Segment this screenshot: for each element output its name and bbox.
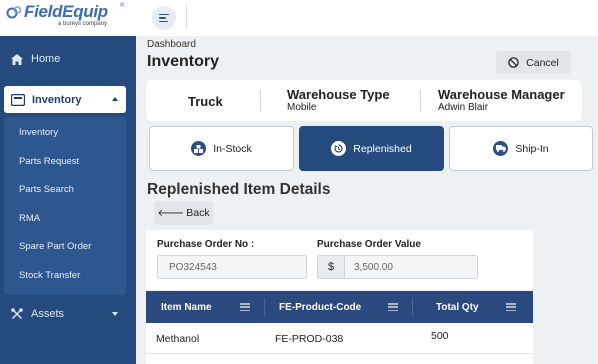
hamburger-icon-line — [159, 20, 168, 23]
po-number-field[interactable]: PO324543 — [157, 255, 307, 279]
warehouse-manager-label: Warehouse Manager — [438, 87, 565, 102]
column-separator[interactable] — [264, 298, 265, 316]
tab-in-stock[interactable]: In-Stock — [149, 126, 294, 171]
column-menu-icon[interactable] — [388, 303, 398, 311]
box-icon — [11, 93, 25, 106]
cancel-label: Cancel — [526, 56, 559, 69]
warehouse-manager-value: Adwin Blair — [438, 102, 489, 113]
submenu-item-parts-search[interactable]: Parts Search — [19, 184, 74, 195]
items-table: Item Name FE-Product-Code Total Qty Meth… — [146, 291, 533, 364]
purchase-order-form: Purchase Order No : PO324543 Purchase Or… — [146, 230, 533, 290]
top-bar — [136, 0, 598, 36]
logo-gear-icon — [6, 6, 22, 19]
breadcrumb[interactable]: Dashboard — [147, 39, 196, 50]
hamburger-icon-line — [159, 17, 166, 19]
warehouse-type-label: Warehouse Type — [287, 87, 390, 102]
row-divider — [146, 353, 533, 354]
warehouse-name: Truck — [188, 94, 223, 109]
boxes-icon — [191, 141, 207, 156]
po-number-value: PO324543 — [169, 261, 217, 273]
hamburger-icon — [159, 13, 169, 16]
replenish-icon — [331, 141, 347, 156]
section-title: Replenished Item Details — [147, 181, 331, 198]
column-header-item-name[interactable]: Item Name — [161, 291, 212, 323]
logo-registered-mark: ® — [120, 3, 125, 9]
submenu-item-inventory[interactable]: Inventory — [19, 127, 58, 138]
cancel-icon — [508, 57, 519, 68]
sidebar-item-assets[interactable]: Assets — [0, 301, 136, 327]
po-value-amount: 3,500.00 — [354, 261, 393, 273]
po-number-label: Purchase Order No : — [157, 239, 255, 250]
chevron-down-icon — [112, 312, 118, 316]
cell-total-qty: 500 — [431, 330, 449, 342]
sidebar: FieldEquip ® a bureys company Home Inven… — [0, 0, 136, 364]
column-header-product-code[interactable]: FE-Product-Code — [279, 291, 361, 323]
sidebar-item-inventory[interactable]: Inventory — [4, 86, 126, 113]
logo[interactable]: FieldEquip ® a bureys company — [0, 0, 136, 36]
tab-label: Replenished — [353, 142, 412, 155]
column-separator[interactable] — [412, 298, 413, 316]
cancel-button[interactable]: Cancel — [496, 51, 571, 74]
logo-tagline: a bureys company — [58, 21, 108, 27]
cell-product-code: FE-PROD-038 — [275, 333, 344, 345]
tab-ship-in[interactable]: Ship-In — [449, 126, 593, 171]
sidebar-item-label: Inventory — [32, 93, 82, 106]
column-menu-icon[interactable] — [506, 303, 516, 311]
back-label: Back — [186, 207, 210, 219]
submenu-item-stock-transfer[interactable]: Stock Transfer — [19, 270, 80, 281]
column-header-total-qty[interactable]: Total Qty — [436, 291, 479, 323]
currency-prefix: $ — [317, 255, 345, 279]
divider — [420, 90, 421, 111]
tools-icon — [11, 308, 23, 319]
inventory-submenu: Inventory Parts Request Parts Search RMA… — [4, 117, 126, 295]
back-button[interactable]: 🡐 Back — [154, 201, 213, 225]
submenu-item-spare-part-order[interactable]: Spare Part Order — [19, 241, 91, 252]
tab-replenished[interactable]: Replenished — [299, 126, 444, 171]
column-menu-icon[interactable] — [240, 303, 250, 311]
divider — [186, 6, 187, 30]
submenu-item-rma[interactable]: RMA — [19, 213, 40, 224]
tab-label: In-Stock — [213, 142, 252, 155]
po-value-field[interactable]: 3,500.00 — [344, 255, 478, 279]
arrow-left-icon: 🡐 — [157, 208, 185, 219]
sidebar-item-home[interactable]: Home — [0, 44, 136, 74]
page-title: Inventory — [147, 53, 220, 70]
chevron-up-icon — [112, 97, 118, 101]
warehouse-info-card: Truck Warehouse Type Mobile Warehouse Ma… — [146, 80, 582, 121]
truck-icon — [493, 141, 509, 156]
logo-text: FieldEquip — [24, 2, 108, 21]
table-header: Item Name FE-Product-Code Total Qty — [146, 291, 533, 323]
cell-item-name: Methanol — [156, 333, 200, 345]
menu-toggle-button[interactable] — [152, 6, 176, 30]
sidebar-item-label: Assets — [31, 308, 65, 320]
sidebar-item-label: Home — [31, 53, 61, 65]
home-icon — [11, 53, 23, 65]
divider — [260, 90, 261, 111]
warehouse-type-value: Mobile — [287, 102, 317, 113]
submenu-item-parts-request[interactable]: Parts Request — [19, 156, 79, 167]
po-value-label: Purchase Order Value — [317, 239, 421, 250]
tab-label: Ship-In — [515, 142, 549, 155]
